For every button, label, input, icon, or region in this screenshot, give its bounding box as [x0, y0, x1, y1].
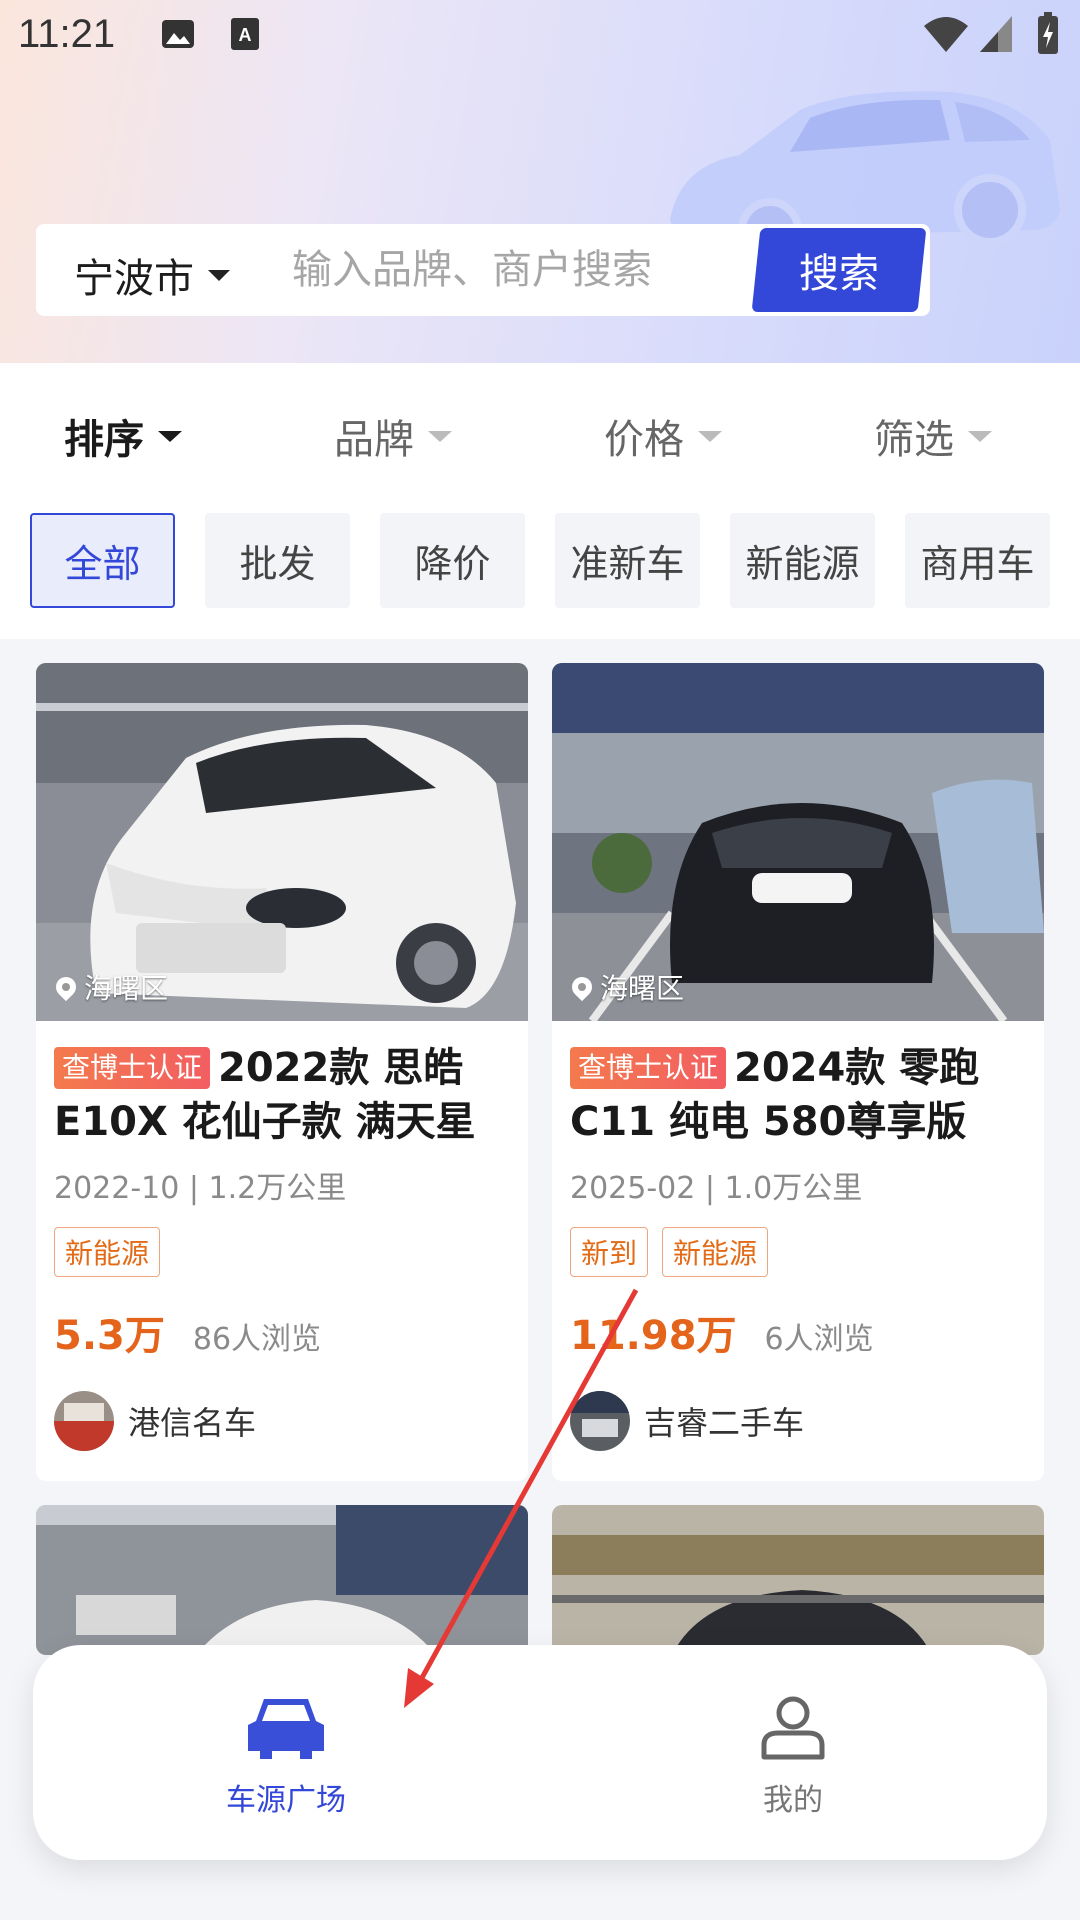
header-banner: 11:21 A 宁波市 搜索 [0, 0, 1080, 363]
view-count: 86人浏览 [192, 1322, 322, 1357]
cert-badge: 查博士认证 [54, 1047, 211, 1089]
dealer-avatar [570, 1391, 630, 1451]
car-photo: 海曙区 [36, 663, 528, 1021]
listing-card[interactable]: 海曙区 查博士认证 2022款 思皓E10X 花仙子款 满天星 2022-10 |… [36, 663, 528, 1481]
sort-dropdown[interactable]: 排序 [64, 407, 182, 465]
listing-title: 查博士认证 2022款 思皓E10X 花仙子款 满天星 [54, 1041, 510, 1149]
city-selector[interactable]: 宁波市 [74, 246, 230, 304]
chip-commercial[interactable]: 商用车 [905, 513, 1050, 608]
dealer-info[interactable]: 吉睿二手车 [570, 1391, 1026, 1451]
location-label: 海曙区 [567, 967, 685, 1007]
status-time: 11:21 [18, 12, 116, 56]
chevron-down-icon [158, 430, 182, 442]
car-icon [248, 1699, 324, 1759]
car-photo [36, 1505, 528, 1655]
dealer-info[interactable]: 港信名车 [54, 1391, 510, 1451]
image-icon [162, 20, 194, 48]
price-dropdown[interactable]: 价格 [604, 407, 722, 465]
listing-tags: 新到 新能源 [570, 1227, 1026, 1277]
price-row: 5.3万 86人浏览 [54, 1303, 510, 1361]
listing-card[interactable] [36, 1505, 528, 1655]
price-row: 11.98万 6人浏览 [570, 1303, 1026, 1361]
nav-label: 我的 [763, 1783, 823, 1818]
chevron-down-icon [698, 430, 722, 442]
sort-label: 排序 [64, 417, 144, 463]
chevron-down-icon [968, 430, 992, 442]
listing-title: 查博士认证 2024款 零跑C11 纯电 580尊享版 [570, 1041, 1026, 1149]
location-pin-icon [567, 972, 597, 1002]
nav-label: 车源广场 [226, 1783, 346, 1818]
category-chips: 全部 批发 降价 准新车 新能源 商用车 [30, 513, 1050, 608]
nav-car-market[interactable]: 车源广场 [186, 1695, 386, 1819]
person-icon [761, 1696, 825, 1760]
cert-badge: 查博士认证 [570, 1047, 727, 1089]
listing-card[interactable]: 海曙区 查博士认证 2024款 零跑C11 纯电 580尊享版 2025-02 |… [552, 663, 1044, 1481]
signal-icon [980, 16, 1012, 52]
chip-price-drop[interactable]: 降价 [380, 513, 525, 608]
search-button[interactable]: 搜索 [751, 228, 927, 312]
location-label: 海曙区 [51, 967, 169, 1007]
battery-charging-icon [1038, 12, 1058, 54]
brand-label: 品牌 [334, 417, 414, 463]
listing-card[interactable] [552, 1505, 1044, 1655]
dealer-avatar [54, 1391, 114, 1451]
font-download-icon: A [231, 18, 259, 50]
wifi-icon [924, 17, 968, 52]
car-photo [552, 1505, 1044, 1655]
price-label: 价格 [604, 417, 684, 463]
search-bar: 宁波市 搜索 [36, 224, 930, 316]
location-text: 海曙区 [600, 972, 685, 1005]
listing-price: 5.3万 [54, 1313, 165, 1359]
filter-label: 筛选 [874, 417, 954, 463]
listing-meta: 2025-02 | 1.0万公里 [570, 1171, 863, 1206]
listing-price: 11.98万 [570, 1313, 737, 1359]
nav-profile[interactable]: 我的 [693, 1695, 893, 1819]
tag-new-energy: 新能源 [54, 1227, 161, 1277]
chip-new-energy[interactable]: 新能源 [730, 513, 875, 608]
view-count: 6人浏览 [764, 1322, 874, 1357]
svg-text:A: A [239, 25, 252, 45]
listing-meta: 2022-10 | 1.2万公里 [54, 1171, 347, 1206]
tag-new-energy: 新能源 [662, 1227, 769, 1277]
brand-dropdown[interactable]: 品牌 [334, 407, 452, 465]
search-input[interactable] [292, 242, 772, 298]
sort-bar: 排序 品牌 价格 筛选 [0, 407, 1080, 477]
chevron-down-icon [208, 269, 230, 281]
tag-new-arrival: 新到 [570, 1227, 649, 1277]
listing-tags: 新能源 [54, 1227, 510, 1277]
chip-all[interactable]: 全部 [30, 513, 175, 608]
dealer-name: 港信名车 [128, 1404, 257, 1442]
search-button-label: 搜索 [799, 251, 879, 297]
status-bar: 11:21 A [0, 0, 1080, 72]
dealer-name: 吉睿二手车 [644, 1404, 805, 1442]
bottom-nav: 车源广场 我的 [33, 1645, 1047, 1860]
city-label: 宁波市 [74, 256, 194, 302]
chip-nearly-new[interactable]: 准新车 [555, 513, 700, 608]
filter-dropdown[interactable]: 筛选 [874, 407, 992, 465]
filter-panel: 排序 品牌 价格 筛选 全部 批发 降价 准新车 新能源 商用车 [0, 363, 1080, 639]
chevron-down-icon [428, 430, 452, 442]
chip-wholesale[interactable]: 批发 [205, 513, 350, 608]
location-text: 海曙区 [84, 972, 169, 1005]
car-photo: 海曙区 [552, 663, 1044, 1021]
location-pin-icon [51, 972, 81, 1002]
